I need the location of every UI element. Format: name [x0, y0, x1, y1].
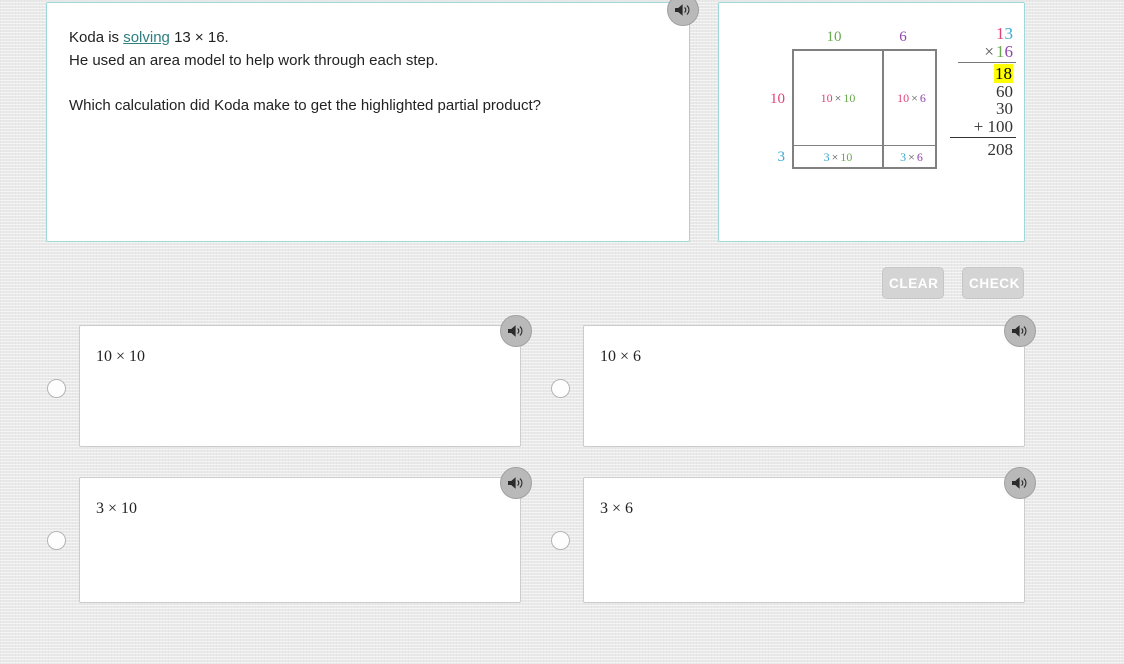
question-line-1-pre: Koda is: [69, 29, 124, 46]
question-line-1: Koda is solving 13 × 16.: [69, 26, 667, 49]
cell-tl-left: 10: [820, 90, 833, 105]
question-line-2: He used an area model to help work throu…: [69, 52, 439, 69]
area-model-grid: 10 × 10 10 × 6 3 × 10 3 × 6: [792, 49, 937, 169]
vert-partial-1: 18: [944, 64, 1016, 83]
option-radio-c[interactable]: [47, 531, 66, 550]
vert-partial-2: 60: [996, 81, 1013, 101]
question-line-1-post: 13 × 16.: [169, 29, 229, 46]
option-card-b[interactable]: 10 × 6: [583, 325, 1025, 447]
figure-panel: 10 6 10 3 10 × 10 10 × 6 3 × 10 3 × 6 13 × 16: [718, 2, 1025, 242]
cell-tr-right: 6: [919, 90, 926, 105]
area-model-cell-bottom-left: 3 × 10: [794, 146, 882, 169]
cell-tl-right: 10: [843, 90, 856, 105]
vert-multiplier: × 16: [944, 41, 1016, 61]
clear-button[interactable]: CLEAR: [882, 267, 944, 299]
vert-multiplier-ones: 6: [1004, 41, 1014, 61]
multiply-icon: ×: [834, 90, 842, 105]
area-model-cell-bottom-right: 3 × 6: [884, 146, 939, 169]
vert-total: 208: [987, 140, 1014, 159]
solving-link[interactable]: solving: [123, 29, 170, 46]
area-model-cell-top-right: 10 × 6: [884, 51, 939, 145]
speaker-icon-option-b[interactable]: [1004, 315, 1036, 347]
area-model-col-header-1: 10: [826, 29, 842, 45]
option-radio-d[interactable]: [551, 531, 570, 550]
cell-br-right: 6: [916, 150, 923, 164]
speaker-icon-option-c[interactable]: [500, 467, 532, 499]
vert-multiplicand: 13: [944, 25, 1016, 43]
question-panel: Koda is solving 13 × 16. He used an area…: [46, 2, 690, 242]
option-label-a: 10 × 10: [96, 348, 146, 365]
vert-plus-sign: +: [973, 116, 988, 136]
multiply-icon: ×: [831, 150, 839, 164]
option-radio-a[interactable]: [47, 379, 66, 398]
area-model-col-header-2: 6: [899, 29, 907, 45]
highlighted-partial-product: 18: [994, 64, 1013, 83]
question-spacer: [69, 72, 667, 94]
vertical-algorithm: 13 × 16 18 60 30 + 100 208: [944, 25, 1016, 159]
option-card-a[interactable]: 10 × 10: [79, 325, 521, 447]
vert-multiplicand-ones: 3: [1004, 24, 1014, 43]
multiply-icon: ×: [984, 41, 994, 61]
vert-multiplicand-tens: 1: [996, 24, 1005, 43]
cell-br-left: 3: [900, 150, 907, 164]
option-label-c: 3 × 10: [96, 500, 138, 517]
vert-partial-4-value: 100: [987, 116, 1014, 136]
area-model-row-header-1: 10: [770, 91, 785, 107]
cell-tr-left: 10: [897, 90, 910, 105]
action-bar: CLEAR CHECK: [882, 267, 1024, 299]
multiply-icon: ×: [908, 150, 915, 164]
option-card-d[interactable]: 3 × 6: [583, 477, 1025, 603]
option-label-b: 10 × 6: [600, 348, 642, 365]
option-radio-b[interactable]: [551, 379, 570, 398]
vert-rule-bottom: [950, 137, 1016, 138]
multiply-icon: ×: [911, 90, 918, 105]
vert-partial-3: 30: [996, 99, 1013, 118]
check-button[interactable]: CHECK: [962, 267, 1024, 299]
speaker-icon-option-a[interactable]: [500, 315, 532, 347]
area-model-cell-top-left: 10 × 10: [794, 51, 882, 145]
vert-multiplier-tens: 1: [996, 41, 1005, 61]
cell-bl-right: 10: [840, 150, 853, 164]
option-label-d: 3 × 6: [600, 500, 634, 517]
vert-rule-top: [958, 62, 1016, 63]
speaker-icon-option-d[interactable]: [1004, 467, 1036, 499]
speaker-icon-question[interactable]: [667, 0, 699, 26]
vert-partial-4: + 100: [944, 116, 1016, 136]
question-line-3: Which calculation did Koda make to get t…: [69, 97, 541, 114]
cell-bl-left: 3: [823, 150, 830, 164]
area-model-row-header-2: 3: [777, 149, 786, 165]
option-card-c[interactable]: 3 × 10: [79, 477, 521, 603]
